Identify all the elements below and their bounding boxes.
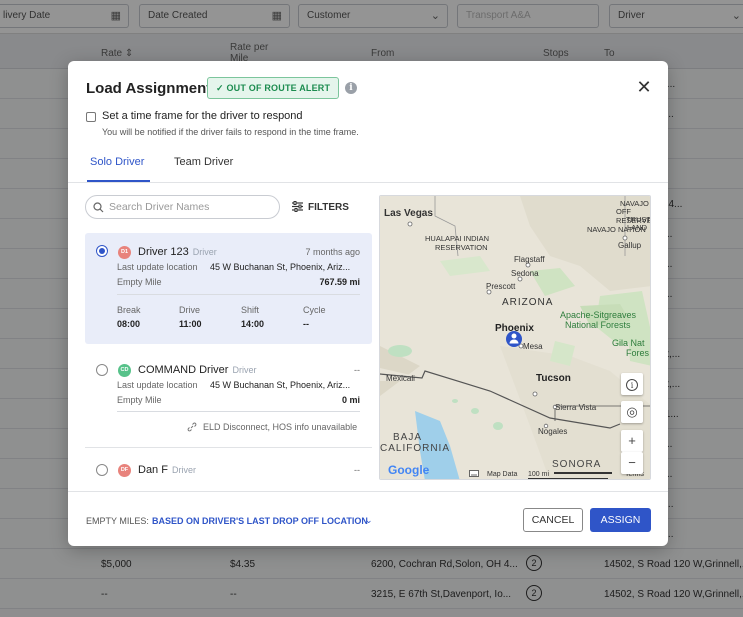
driver-location: 45 W Buchanan St, Phoenix, Ariz...	[210, 380, 351, 390]
driver-last-update-time: --	[354, 365, 360, 375]
link-broken-icon	[187, 422, 197, 432]
close-button[interactable]: ✕	[634, 77, 654, 97]
driver-location: 45 W Buchanan St, Phoenix, Ariz...	[210, 262, 351, 272]
map-label-reservation: RESERVATION	[435, 243, 488, 252]
map-label-mesa: Mesa	[523, 342, 543, 351]
empty-miles-value: 0 mi	[341, 395, 360, 405]
timeframe-hint: You will be notified if the driver fails…	[102, 127, 359, 137]
driver-card-command-driver[interactable]: CD COMMAND Driver Driver -- Last update l…	[85, 352, 372, 442]
filters-icon	[292, 201, 303, 212]
map-label-nogales: Nogales	[538, 427, 568, 436]
map-info-button[interactable]: i	[621, 373, 643, 395]
map-label-california: CALIFORNIA	[380, 443, 451, 454]
driver-map[interactable]: Las Vegas HUALAPAI INDIAN RESERVATION NA…	[379, 195, 651, 480]
driver-list: D1 Driver 123 Driver 7 months ago Last up…	[85, 233, 372, 491]
filters-button[interactable]: FILTERS	[308, 202, 349, 213]
map-label-sonora: SONORA	[552, 459, 602, 470]
location-label: Last update location	[117, 380, 198, 390]
hos-break-label: Break	[117, 305, 141, 315]
tab-solo-driver[interactable]: Solo Driver	[90, 156, 144, 168]
hos-break-value: 08:00	[117, 319, 141, 329]
map-locate-button[interactable]: ◎	[621, 401, 643, 423]
map-label-phoenix: Phoenix	[495, 323, 534, 334]
avatar: CD	[118, 364, 131, 377]
hos-shift-value: 14:00	[241, 319, 265, 329]
map-label-tucson: Tucson	[536, 373, 571, 384]
empty-miles-basis-dropdown[interactable]: BASED ON DRIVER'S LAST DROP OFF LOCATION	[152, 516, 368, 526]
search-icon	[93, 202, 104, 213]
google-logo: Google	[388, 463, 430, 477]
driver-radio[interactable]	[96, 245, 108, 257]
tab-team-driver[interactable]: Team Driver	[174, 156, 233, 168]
location-label: Last update location	[117, 262, 198, 272]
avatar: DF	[118, 464, 131, 477]
keyboard-icon[interactable]	[469, 470, 479, 477]
search-driver-input[interactable]: Search Driver Names	[85, 195, 280, 219]
info-icon: i	[626, 379, 638, 391]
info-icon[interactable]: i	[345, 82, 357, 94]
timeframe-checkbox[interactable]	[86, 112, 96, 122]
empty-mile-label: Empty Mile	[117, 277, 162, 287]
hos-shift-label: Shift	[241, 305, 260, 315]
divider	[117, 294, 360, 295]
empty-mile-label: Empty Mile	[117, 395, 162, 405]
driver-card-driver-123[interactable]: D1 Driver 123 Driver 7 months ago Last up…	[85, 233, 372, 344]
empty-miles-label: EMPTY MILES:	[86, 516, 149, 526]
assign-button[interactable]: ASSIGN	[590, 508, 651, 532]
cancel-button[interactable]: CANCEL	[523, 508, 583, 532]
hos-cycle-value: --	[303, 319, 309, 329]
active-tab-indicator	[87, 180, 150, 182]
map-data-link[interactable]: Map Data	[487, 471, 517, 478]
empty-miles-value: 767.59 mi	[319, 277, 360, 287]
person-icon	[511, 333, 517, 339]
modal-title: Load Assignment	[86, 80, 212, 97]
timeframe-label[interactable]: Set a time frame for the driver to respo…	[102, 110, 303, 122]
locate-icon: ◎	[626, 404, 638, 419]
map-scale: 100 mi	[528, 471, 550, 478]
driver-name: COMMAND Driver Driver	[138, 364, 257, 376]
driver-tabs: Solo Driver Team Driver	[68, 147, 668, 183]
map-zoom-in-button[interactable]: +	[621, 430, 643, 452]
map-label-apache: Apache-Sitgreaves	[560, 310, 637, 320]
map-label-mexicali: Mexicali	[386, 374, 415, 383]
hos-cycle-label: Cycle	[303, 305, 326, 315]
divider	[85, 447, 372, 448]
driver-last-update-time: --	[354, 465, 360, 475]
map-label-gallup: Gallup	[618, 241, 642, 250]
hos-drive-label: Drive	[179, 305, 201, 315]
chevron-down-icon[interactable]: ⌄	[365, 515, 373, 526]
driver-name: Dan F Driver	[138, 464, 196, 476]
load-assignment-modal: Load Assignment ✓ OUT OF ROUTE ALERT i ✕…	[68, 61, 668, 546]
driver-radio[interactable]	[96, 464, 108, 476]
map-label-navajo-nation: NAVAJO NATION	[587, 225, 646, 234]
map-label-baja: BAJA	[393, 432, 423, 443]
map-label-sedona: Sedona	[511, 269, 539, 278]
driver-card-dan-f[interactable]: DF Dan F Driver --	[85, 455, 372, 491]
map-zoom-out-button[interactable]: −	[621, 452, 643, 474]
map-label-arizona: ARIZONA	[502, 297, 554, 308]
driver-last-update-time: 7 months ago	[305, 247, 360, 257]
map-label-hualapai: HUALAPAI INDIAN	[425, 234, 490, 243]
map-label-flagstaff: Flagstaff	[514, 255, 545, 264]
map-label-national-forests: National Forests	[565, 320, 631, 330]
map-label-gila: Gila Nat	[612, 338, 645, 348]
driver-radio[interactable]	[96, 364, 108, 376]
avatar: D1	[118, 246, 131, 259]
eld-status: ELD Disconnect, HOS info unavailable	[203, 422, 358, 432]
out-of-route-alert-badge: ✓ OUT OF ROUTE ALERT	[207, 77, 340, 99]
hos-drive-value: 11:00	[179, 319, 202, 329]
map-label-prescott: Prescott	[486, 282, 516, 291]
map-label-sierra-vista: Sierra Vista	[555, 403, 597, 412]
driver-name: Driver 123 Driver	[138, 246, 217, 258]
divider	[117, 411, 360, 412]
map-label-gila-forest: Fores	[626, 348, 650, 358]
map-label-las-vegas: Las Vegas	[384, 208, 433, 219]
modal-footer: EMPTY MILES: BASED ON DRIVER'S LAST DROP…	[68, 491, 668, 546]
